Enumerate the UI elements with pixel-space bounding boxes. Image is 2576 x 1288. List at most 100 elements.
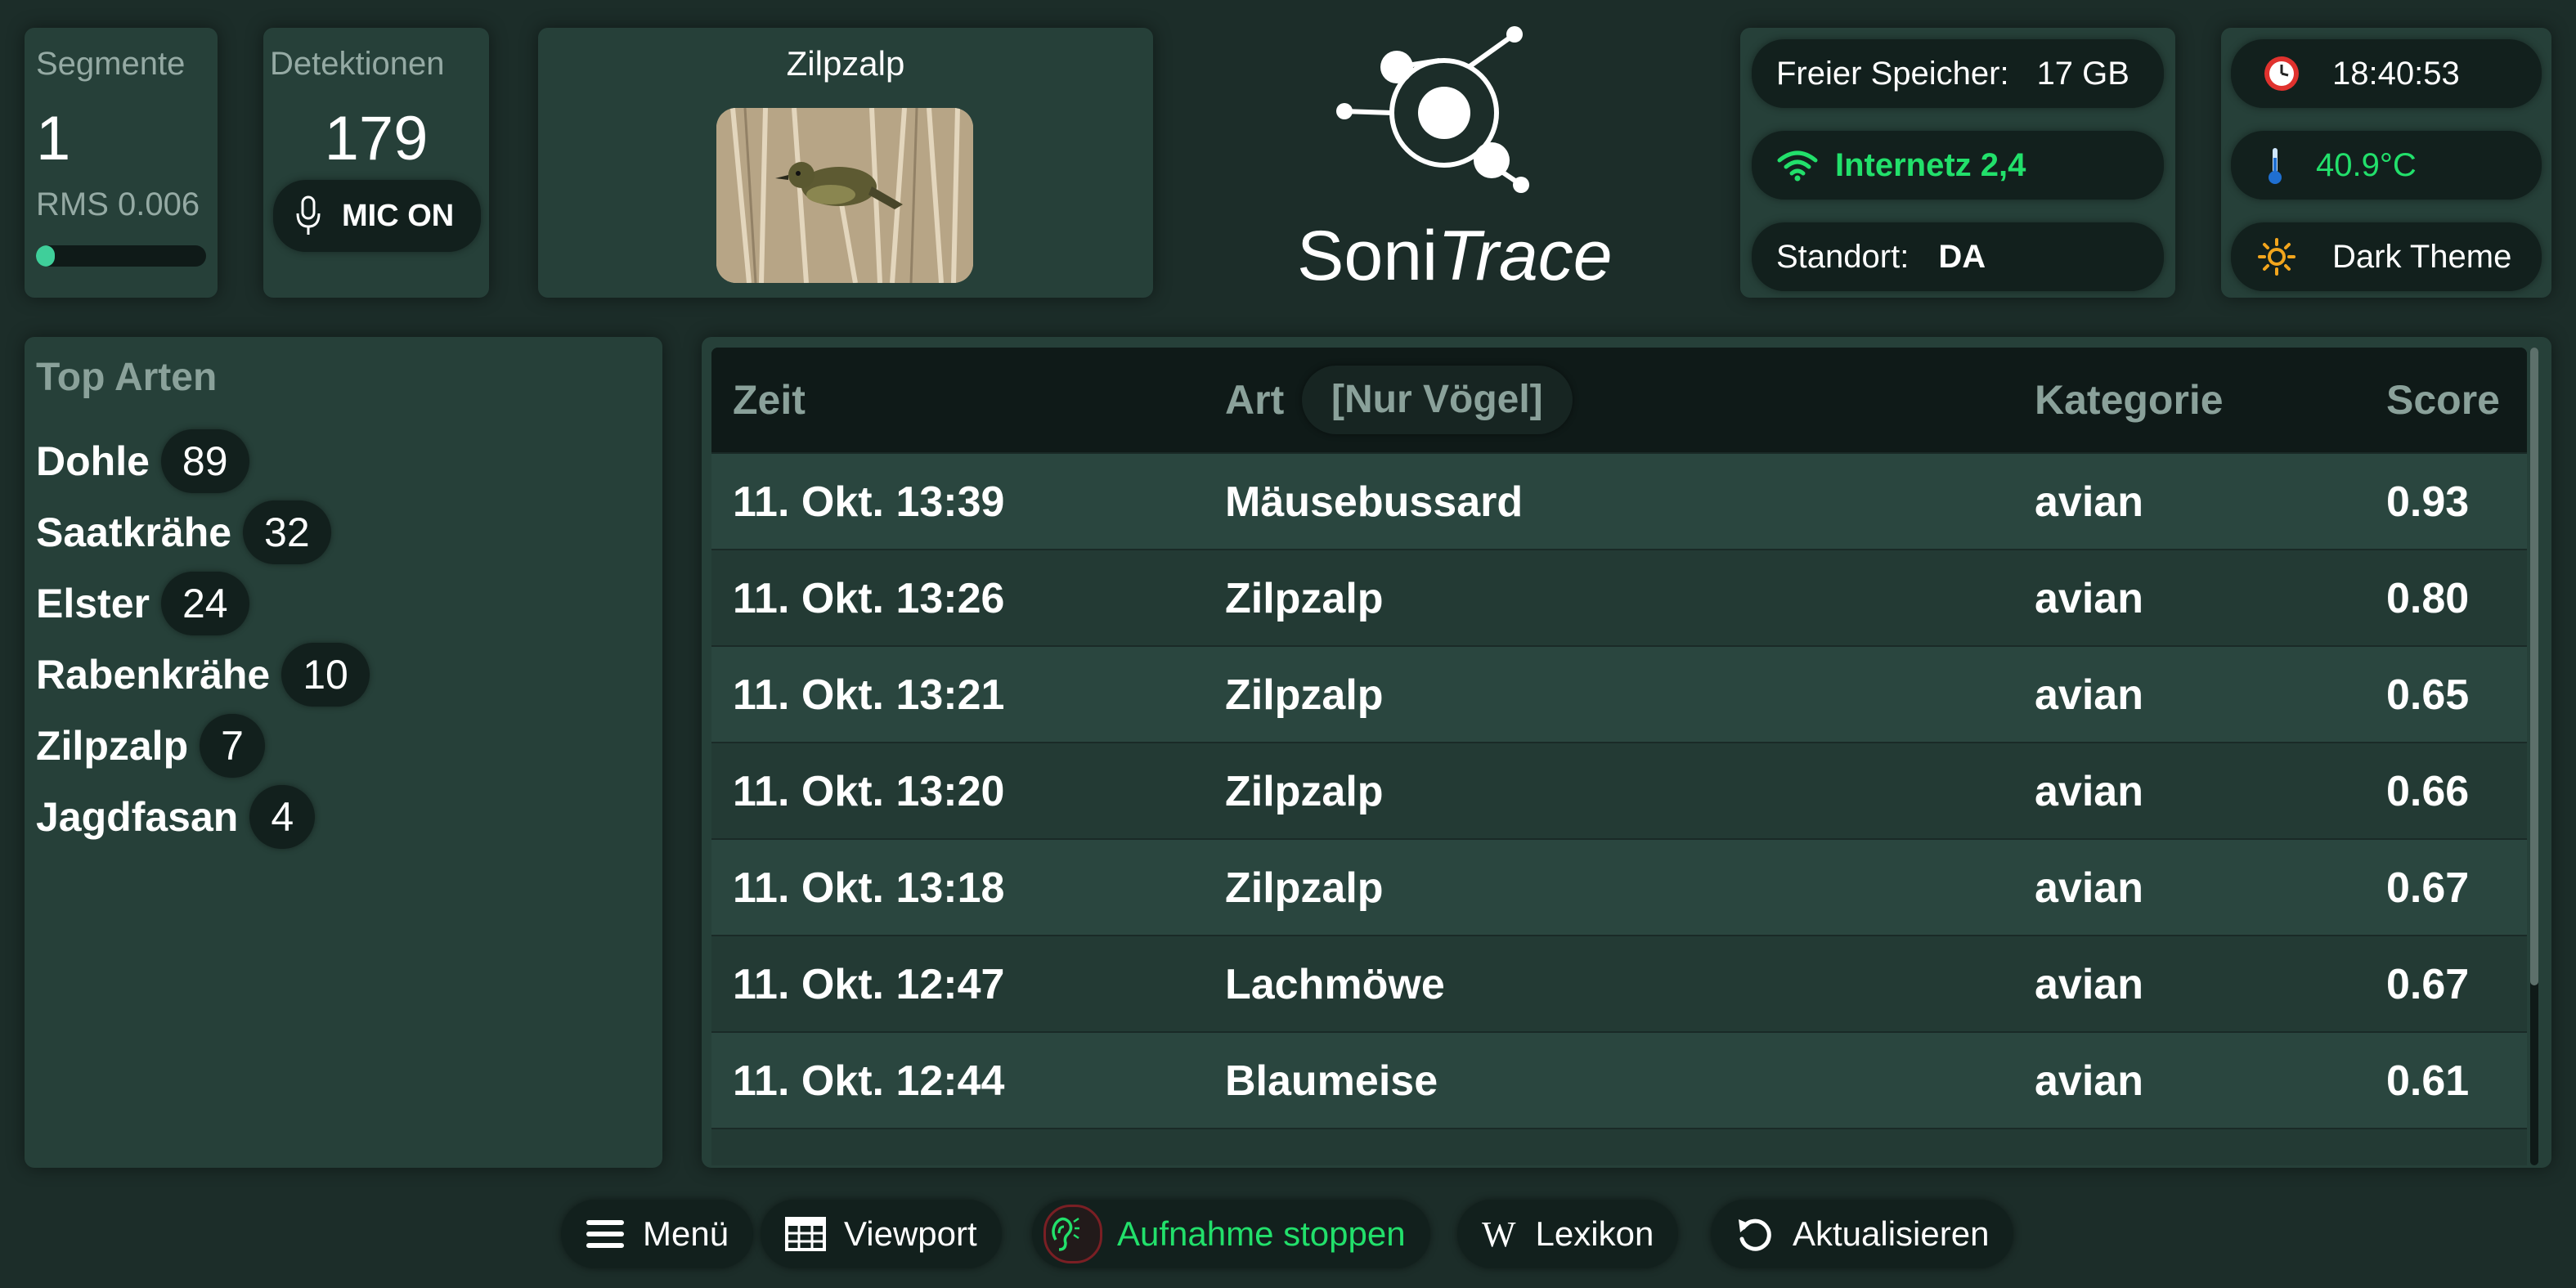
cell-species: Blaumeise <box>1225 1057 1438 1105</box>
stop-recording-label: Aufnahme stoppen <box>1117 1214 1406 1253</box>
rms-label: RMS 0.006 <box>36 186 200 222</box>
top-species-item[interactable]: Elster 24 <box>36 571 249 636</box>
cell-category: avian <box>2035 768 2143 815</box>
current-bird-card[interactable]: Zilpzalp <box>538 28 1153 298</box>
cell-score: 0.66 <box>2386 768 2470 815</box>
cell-time: 11. Okt. 13:20 <box>733 768 1005 815</box>
cell-species: Zilpzalp <box>1225 864 1384 912</box>
cell-score: 0.80 <box>2386 575 2470 622</box>
cell-category: avian <box>2035 671 2143 719</box>
cell-time: 11. Okt. 13:21 <box>733 671 1005 719</box>
top-species-count: 7 <box>200 714 265 778</box>
location-pill: Standort: DA <box>1752 222 2164 291</box>
top-species-item[interactable]: Jagdfasan 4 <box>36 784 316 850</box>
table-row[interactable]: 11. Okt. 13:26 Zilpzalp avian 0.80 <box>711 549 2527 647</box>
menu-icon <box>586 1220 624 1248</box>
detections-label: Detektionen <box>270 46 445 82</box>
top-species-name: Dohle <box>36 438 150 484</box>
lexicon-button[interactable]: W Lexikon <box>1457 1200 1679 1268</box>
top-species-count: 4 <box>249 785 316 849</box>
viewport-label: Viewport <box>844 1214 977 1253</box>
clock-pill: 18:40:53 <box>2231 39 2542 108</box>
top-species-name: Jagdfasan <box>36 794 239 840</box>
menu-button[interactable]: Menü <box>561 1200 754 1268</box>
cell-category: avian <box>2035 1057 2143 1105</box>
cell-time: 11. Okt. 13:26 <box>733 575 1005 622</box>
mic-toggle[interactable]: MIC ON <box>273 180 481 252</box>
cell-species: Mäusebussard <box>1225 478 1524 526</box>
system-status-card: Freier Speicher: 17 GB Internetz 2,4 Sta… <box>1740 28 2175 298</box>
rms-level-bar <box>36 245 206 267</box>
cell-category: avian <box>2035 478 2143 526</box>
top-species-count: 24 <box>160 572 249 635</box>
top-species-item[interactable]: Dohle 89 <box>36 429 249 494</box>
detections-value: 179 <box>324 104 429 173</box>
refresh-icon <box>1739 1218 1771 1251</box>
top-species-title: Top Arten <box>36 356 218 399</box>
info-card: 18:40:53 40.9°C Dark Theme <box>2221 28 2551 298</box>
top-species-name: Saatkrähe <box>36 509 232 555</box>
top-species-item[interactable]: Rabenkrähe 10 <box>36 642 370 707</box>
top-species-item[interactable]: Zilpzalp 7 <box>36 713 265 779</box>
header-score[interactable]: Score <box>2386 376 2500 424</box>
segments-label: Segmente <box>36 46 186 82</box>
logo-mark-icon <box>1336 26 1529 193</box>
theme-toggle[interactable]: Dark Theme <box>2231 222 2542 291</box>
thermometer-icon <box>2269 148 2282 184</box>
cell-time: 11. Okt. 13:39 <box>733 478 1005 526</box>
table-row[interactable]: 11. Okt. 12:44 Blaumeise avian 0.61 <box>711 1031 2527 1129</box>
mic-label: MIC ON <box>342 198 455 233</box>
top-species-count: 89 <box>160 429 249 493</box>
cell-time: 11. Okt. 12:47 <box>733 961 1005 1008</box>
storage-pill: Freier Speicher: 17 GB <box>1752 39 2164 108</box>
internet-label: Internetz 2,4 <box>1835 146 2026 183</box>
refresh-button[interactable]: Aktualisieren <box>1711 1200 2014 1268</box>
table-row[interactable]: 11. Okt. 13:20 Zilpzalp avian 0.66 <box>711 742 2527 840</box>
top-species-name: Rabenkrähe <box>36 652 271 698</box>
sun-icon <box>2258 238 2296 276</box>
cell-score: 0.93 <box>2386 478 2470 526</box>
top-species-item[interactable]: Saatkrähe 32 <box>36 500 331 565</box>
top-species-count: 32 <box>243 500 331 564</box>
table-scrollbar-thumb[interactable] <box>2530 348 2538 985</box>
header-species[interactable]: Art <box>1225 376 1284 424</box>
cell-time: 11. Okt. 12:44 <box>733 1057 1005 1105</box>
storage-value: 17 GB <box>2036 55 2129 92</box>
table-header: Zeit Art [Nur Vögel] Kategorie Score <box>711 348 2527 452</box>
header-category[interactable]: Kategorie <box>2035 376 2224 424</box>
cell-score: 0.65 <box>2386 671 2470 719</box>
cell-time: 11. Okt. 13:18 <box>733 864 1005 912</box>
refresh-label: Aktualisieren <box>1793 1214 1990 1253</box>
storage-label: Freier Speicher: <box>1776 55 2009 92</box>
table-scrollbar[interactable] <box>2530 348 2538 1165</box>
rms-level-fill <box>36 245 55 267</box>
table-row-partial[interactable] <box>711 1128 2527 1165</box>
temperature-pill: 40.9°C <box>2231 131 2542 200</box>
stop-recording-button[interactable]: Aufnahme stoppen <box>1032 1200 1430 1268</box>
table-row[interactable]: 11. Okt. 13:21 Zilpzalp avian 0.65 <box>711 645 2527 743</box>
wikipedia-icon: W <box>1482 1214 1516 1254</box>
bird-photo <box>716 108 973 283</box>
header-time[interactable]: Zeit <box>733 376 806 424</box>
location-value: DA <box>1938 238 1986 275</box>
segments-value: 1 <box>36 104 71 173</box>
top-species-count: 10 <box>281 643 370 707</box>
detections-card: Detektionen 179 MIC ON <box>263 28 489 298</box>
detections-table[interactable]: Zeit Art [Nur Vögel] Kategorie Score 11.… <box>711 348 2527 1165</box>
cell-category: avian <box>2035 961 2143 1008</box>
bird-filter-toggle[interactable]: [Nur Vögel] <box>1302 366 1573 434</box>
table-row[interactable]: 11. Okt. 12:47 Lachmöwe avian 0.67 <box>711 935 2527 1033</box>
cell-score: 0.61 <box>2386 1057 2470 1105</box>
internet-pill[interactable]: Internetz 2,4 <box>1752 131 2164 200</box>
logo-text: SoniTrace <box>1297 216 1613 297</box>
cell-species: Zilpzalp <box>1225 768 1384 815</box>
lexicon-label: Lexikon <box>1535 1214 1654 1253</box>
table-row[interactable]: 11. Okt. 13:18 Zilpzalp avian 0.67 <box>711 838 2527 936</box>
cell-species: Lachmöwe <box>1225 961 1445 1008</box>
clock-time: 18:40:53 <box>2332 55 2460 92</box>
cell-category: avian <box>2035 575 2143 622</box>
cell-score: 0.67 <box>2386 961 2470 1008</box>
top-species-name: Elster <box>36 581 150 626</box>
viewport-button[interactable]: Viewport <box>761 1200 1002 1268</box>
table-row[interactable]: 11. Okt. 13:39 Mäusebussard avian 0.93 <box>711 452 2527 550</box>
